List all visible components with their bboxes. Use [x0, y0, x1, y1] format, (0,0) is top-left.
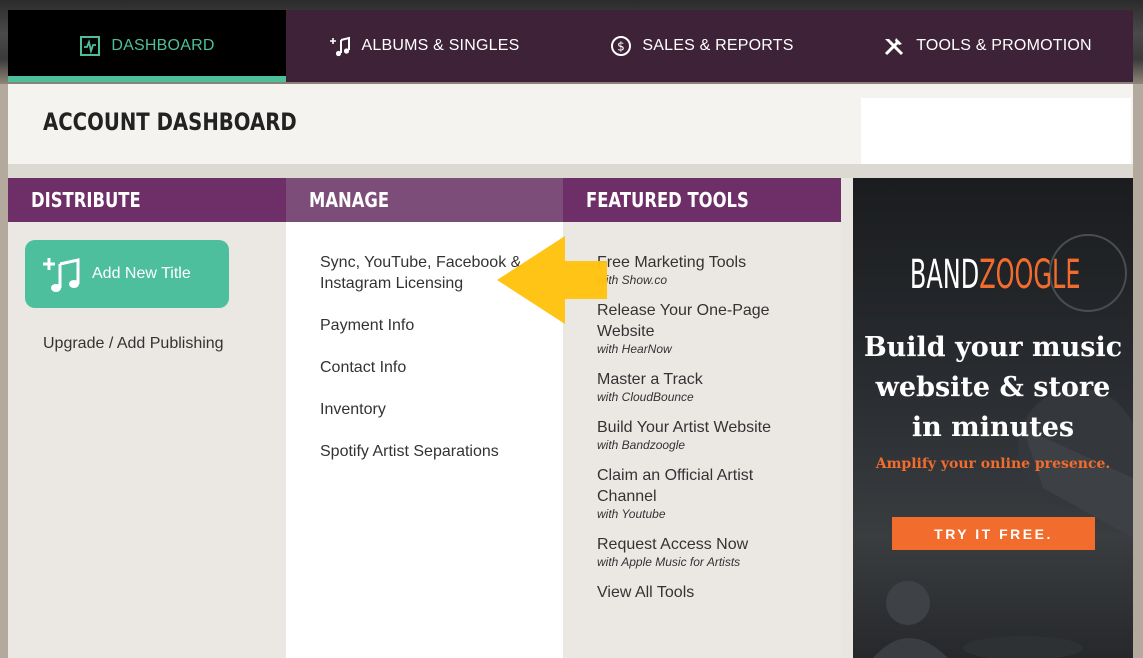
logo-band: BAND [909, 252, 980, 298]
main-nav: DASHBOARD ALBUMS & SINGLES $ SALES & REP… [8, 10, 1133, 82]
manage-item-contact-info[interactable]: Contact Info [320, 357, 530, 378]
manage-item-spotify-separations[interactable]: Spotify Artist Separations [320, 441, 530, 462]
add-music-icon [43, 258, 80, 292]
bandzoogle-logo: BANDZOOGLE [853, 252, 1133, 298]
tab-sales-reports[interactable]: $ SALES & REPORTS [563, 10, 841, 82]
logo-zoogle: ZOOGLE [979, 252, 1081, 298]
page-header: ACCOUNT DASHBOARD [8, 84, 1133, 164]
tool-artist-channel[interactable]: Claim an Official Artist Channel with Yo… [597, 465, 817, 522]
dollar-circle-icon: $ [611, 36, 632, 56]
featured-tools-heading: FEATURED TOOLS [563, 178, 841, 222]
svg-text:$: $ [617, 40, 625, 54]
tool-master-track[interactable]: Master a Track with CloudBounce [597, 369, 817, 405]
ad-subline: Amplify your online presence. [875, 456, 1111, 472]
tab-dashboard-label: DASHBOARD [111, 37, 215, 54]
header-blank-panel [861, 98, 1131, 164]
tool-marketing[interactable]: Free Marketing Tools with Show.co [597, 252, 817, 288]
page-title: ACCOUNT DASHBOARD [43, 108, 297, 136]
tab-tools-label: TOOLS & PROMOTION [916, 37, 1092, 54]
tool-apple-music[interactable]: Request Access Now with Apple Music for … [597, 534, 817, 570]
distribute-heading-text: DISTRIBUTE [31, 188, 141, 212]
tool-title: Request Access Now [597, 536, 749, 553]
add-new-title-label: Add New Title [92, 265, 191, 282]
distribute-heading: DISTRIBUTE [8, 178, 286, 222]
manage-heading-text: MANAGE [309, 188, 390, 212]
tool-provider: with Bandzoogle [597, 438, 686, 452]
tool-title: Free Marketing Tools [597, 254, 747, 271]
add-new-title-button[interactable]: Add New Title [25, 240, 229, 308]
divider [8, 164, 1133, 178]
tool-title: Build Your Artist Website [597, 419, 772, 436]
distribute-column: DISTRIBUTE Add New Title Upgrade / Add P… [8, 178, 286, 658]
bandzoogle-ad[interactable]: BANDZOOGLE Build your music website & st… [853, 178, 1133, 658]
tab-albums-label: ALBUMS & SINGLES [361, 37, 520, 54]
tool-title: Master a Track [597, 371, 703, 388]
tool-provider: with Youtube [597, 507, 666, 521]
tool-provider: with Show.co [597, 273, 668, 287]
view-all-tools-link[interactable]: View All Tools [597, 582, 817, 603]
tab-tools-promotion[interactable]: TOOLS & PROMOTION [841, 10, 1133, 82]
music-notes-icon [329, 36, 350, 57]
tool-provider: with HearNow [597, 342, 672, 356]
tool-provider: with Apple Music for Artists [597, 555, 741, 569]
tool-title: Claim an Official Artist Channel [597, 467, 754, 505]
yellow-arrow-icon [497, 236, 607, 324]
try-it-free-button[interactable]: TRY IT FREE. [892, 517, 1095, 550]
view-all-tools-label: View All Tools [597, 584, 695, 601]
pulse-icon [80, 36, 101, 56]
manage-item-inventory[interactable]: Inventory [320, 399, 530, 420]
tools-icon [885, 38, 904, 56]
upgrade-publishing-link[interactable]: Upgrade / Add Publishing [43, 335, 224, 353]
tool-one-page-website[interactable]: Release Your One-Page Website with HearN… [597, 300, 817, 357]
featured-tools-list: Free Marketing Tools with Show.co Releas… [597, 252, 817, 615]
ad-headline: Build your music website & store in minu… [863, 332, 1123, 443]
tab-albums-singles[interactable]: ALBUMS & SINGLES [286, 10, 563, 82]
featured-tools-heading-text: FEATURED TOOLS [586, 188, 749, 212]
tab-dashboard[interactable]: DASHBOARD [8, 10, 286, 82]
tool-title: Release Your One-Page Website [597, 302, 770, 340]
tool-provider: with CloudBounce [597, 390, 694, 404]
tool-artist-website[interactable]: Build Your Artist Website with Bandzoogl… [597, 417, 817, 453]
tab-sales-label: SALES & REPORTS [642, 37, 794, 54]
manage-heading: MANAGE [286, 178, 563, 222]
